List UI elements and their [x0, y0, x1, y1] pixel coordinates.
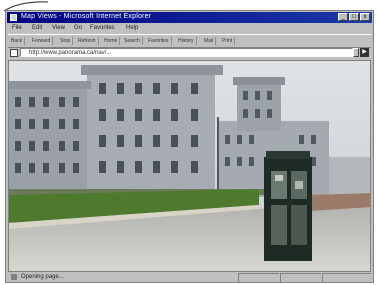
address-value: http://www.panorama.ca/nav/... — [29, 50, 112, 56]
status-cell-security — [322, 273, 371, 282]
page-icon — [10, 49, 18, 57]
globe-icon — [11, 274, 17, 280]
go-button[interactable]: ▶ — [360, 48, 369, 57]
menu-edit[interactable]: Edit — [32, 25, 42, 31]
window-title: Map Views - Microsoft Internet Explorer — [21, 13, 152, 20]
toolbar: Back Forward Stop Refresh Home Search Fa… — [8, 34, 371, 48]
maximize-button[interactable]: □ — [349, 13, 359, 21]
status-bar: Opening page... — [8, 273, 371, 282]
lamppost — [217, 117, 219, 195]
menu-file[interactable]: File — [12, 25, 22, 31]
status-cell-progress — [238, 273, 279, 282]
forward-button[interactable]: Forward — [32, 37, 54, 45]
browser-app-icon — [10, 14, 17, 21]
panorama-viewport[interactable] — [8, 60, 371, 272]
favorites-button[interactable]: Favorites — [148, 37, 172, 45]
menu-go[interactable]: Go — [74, 25, 82, 31]
back-button[interactable]: Back — [11, 37, 26, 45]
mail-button[interactable]: Mail — [204, 37, 217, 45]
status-cell-zone — [280, 273, 321, 282]
search-button[interactable]: Search — [124, 37, 143, 45]
stop-button[interactable]: Stop — [60, 37, 74, 45]
telephone-box — [264, 151, 312, 261]
history-button[interactable]: History — [178, 37, 197, 45]
menu-bar: File Edit View Go Favorites Help — [8, 24, 371, 33]
menu-favorites[interactable]: Favorites — [90, 25, 115, 31]
street-scene-image — [9, 61, 370, 271]
address-dropdown-button[interactable] — [353, 48, 359, 57]
status-text: Opening page... — [21, 274, 64, 280]
browser-window: Map Views - Microsoft Internet Explorer … — [5, 10, 374, 283]
refresh-button[interactable]: Refresh — [78, 37, 99, 45]
home-button[interactable]: Home — [104, 37, 121, 45]
close-button[interactable]: x — [360, 13, 370, 21]
title-bar: Map Views - Microsoft Internet Explorer … — [7, 12, 372, 23]
address-bar: http://www.panorama.ca/nav/... ▶ — [8, 47, 371, 59]
menu-view[interactable]: View — [52, 25, 65, 31]
address-input[interactable]: http://www.panorama.ca/nav/... — [20, 48, 353, 57]
menu-help[interactable]: Help — [126, 25, 138, 31]
print-button[interactable]: Print — [222, 37, 236, 45]
tower — [237, 81, 281, 131]
minimize-button[interactable]: _ — [338, 13, 348, 21]
